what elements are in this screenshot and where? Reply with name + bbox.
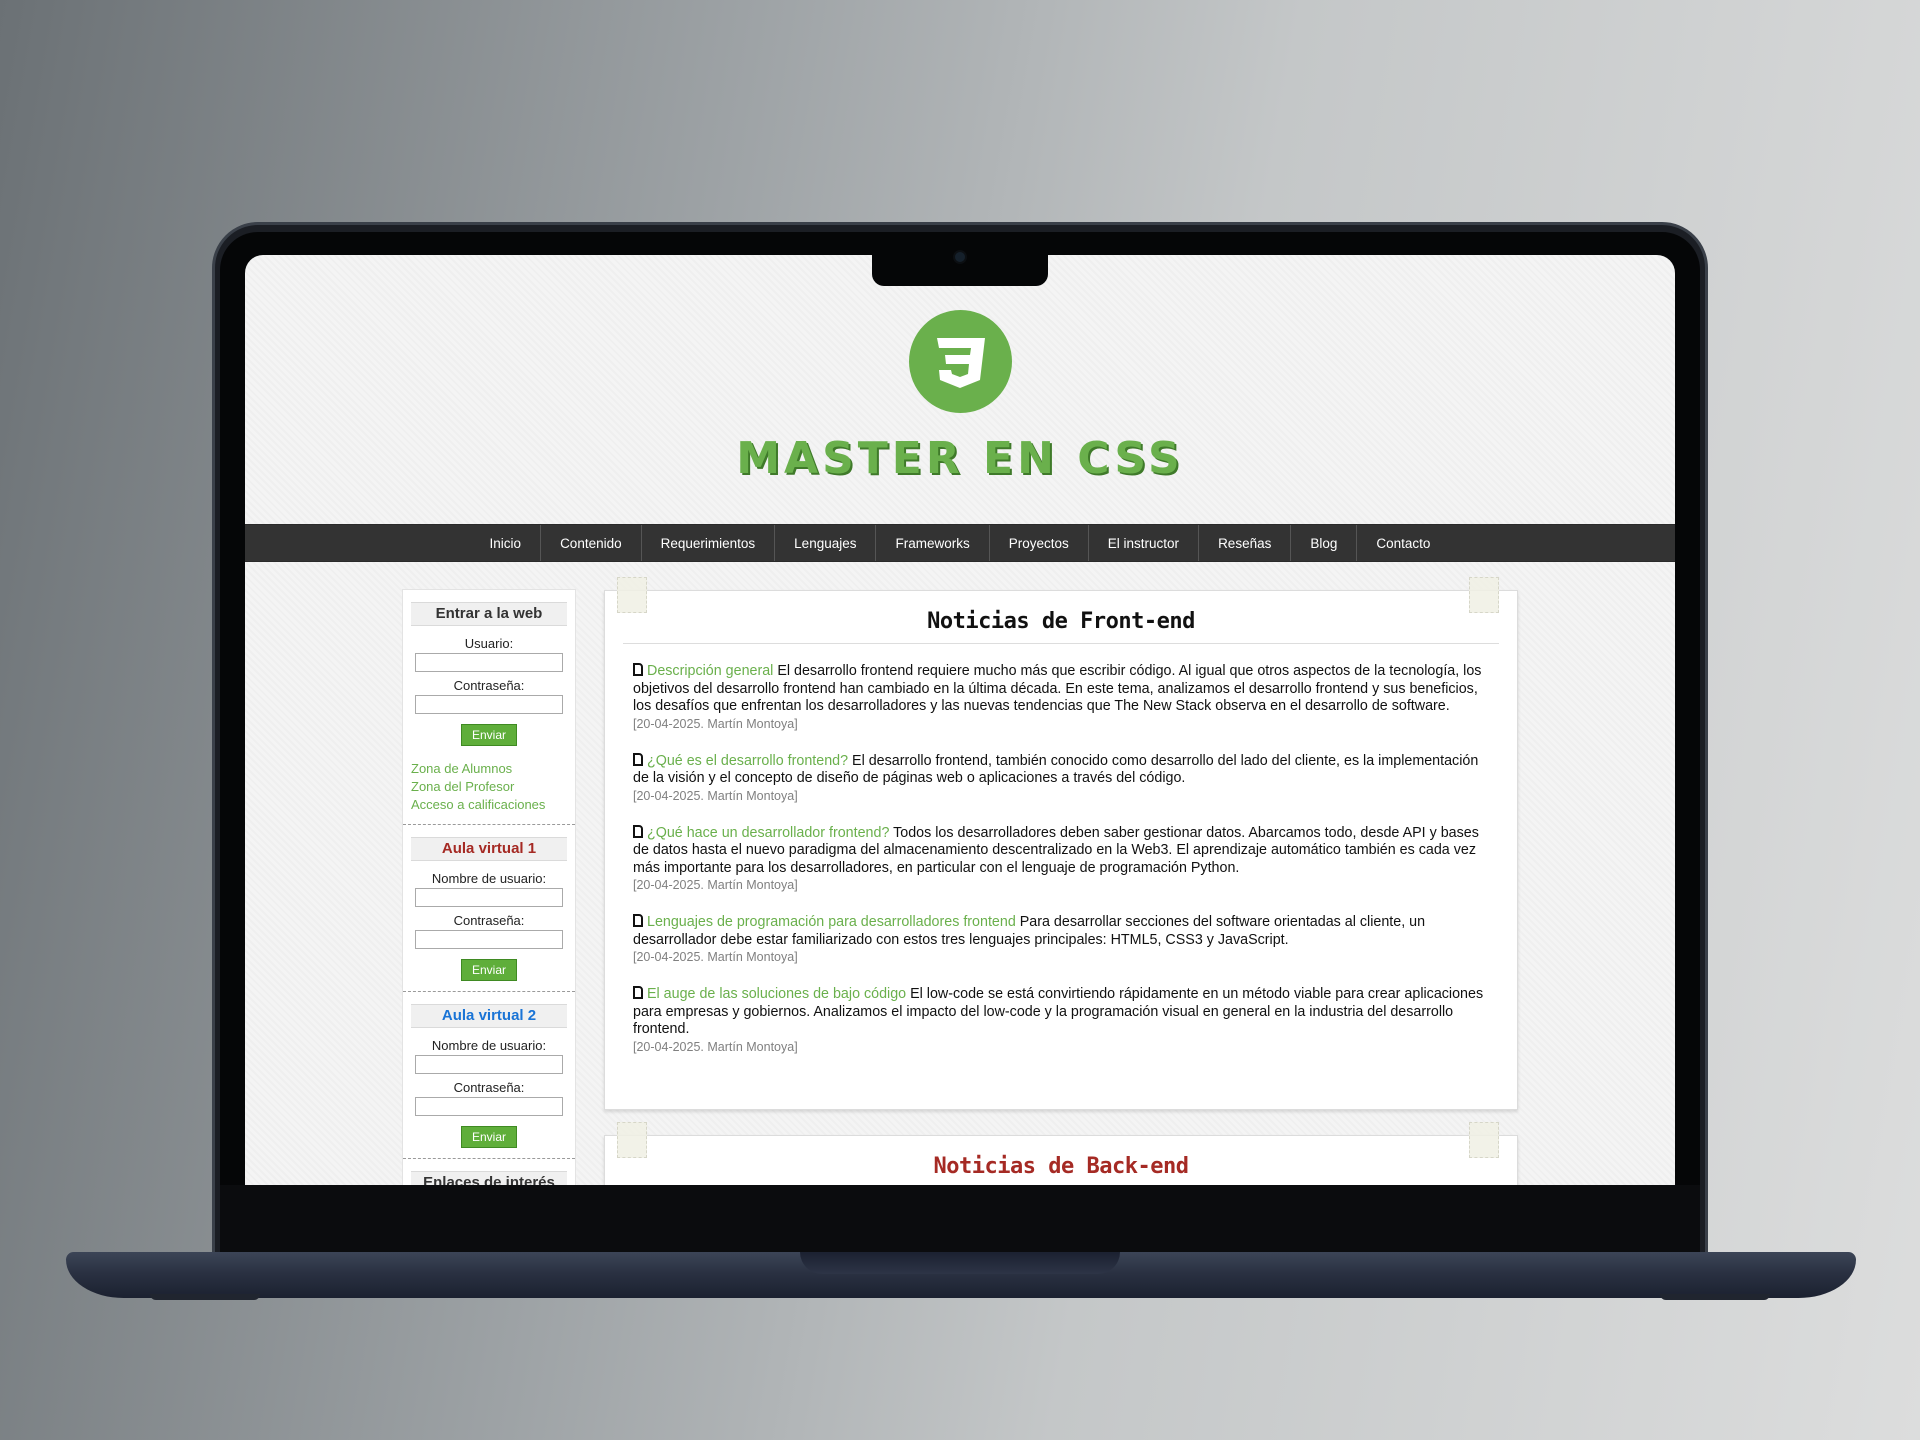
document-icon <box>633 752 643 766</box>
tape-decoration <box>1469 577 1499 613</box>
laptop-foot-right <box>1660 1294 1770 1300</box>
nav-item-contacto[interactable]: Contacto <box>1357 525 1449 561</box>
interest-title: Enlaces de interés <box>411 1171 567 1185</box>
login-box: Entrar a la web Usuario: Contraseña: Env… <box>403 590 575 825</box>
aula1-box: Aula virtual 1 Nombre de usuario: Contra… <box>403 825 575 992</box>
news-meta: [20-04-2025. Martín Montoya] <box>633 716 798 731</box>
login-user-label: Usuario: <box>464 636 514 651</box>
news-link[interactable]: ¿Qué es el desarrollo frontend? <box>647 753 848 769</box>
nav-item-inicio[interactable]: Inicio <box>471 525 542 561</box>
laptop-hinge-groove <box>800 1252 1120 1274</box>
news-list: Descripción general El desarrollo fronte… <box>605 644 1517 1056</box>
news-link[interactable]: Lenguajes de programación para desarroll… <box>647 914 1016 930</box>
front-end-news-panel: Noticias de Front-end Descripción genera… <box>604 577 1518 1110</box>
nav-item-contenido[interactable]: Contenido <box>541 525 642 561</box>
news-link[interactable]: ¿Qué hace un desarrollador frontend? <box>647 825 889 841</box>
list-item: El auge de las soluciones de bajo código… <box>633 986 1489 1056</box>
site-title[interactable]: MASTER EN CSS <box>245 433 1675 484</box>
aula2-password-label: Contraseña: <box>453 1080 525 1095</box>
link-calificaciones[interactable]: Acceso a calificaciones <box>411 796 567 814</box>
interest-box: Enlaces de interés <box>403 1159 575 1185</box>
laptop-foot-left <box>150 1294 260 1300</box>
news-link[interactable]: Descripción general <box>647 663 773 679</box>
nav-item-proyectos[interactable]: Proyectos <box>990 525 1089 561</box>
browser-viewport: MASTER EN CSS Inicio Contenido Requerimi… <box>245 255 1675 1185</box>
nav-item-blog[interactable]: Blog <box>1291 525 1358 561</box>
nav-item-lenguajes[interactable]: Lenguajes <box>775 525 877 561</box>
list-item: Descripción general El desarrollo fronte… <box>633 663 1489 733</box>
nav-item-requerimientos[interactable]: Requerimientos <box>642 525 776 561</box>
aula1-user-input[interactable] <box>415 888 563 907</box>
nav-item-frameworks[interactable]: Frameworks <box>876 525 990 561</box>
news-text: Lenguajes de programación para desarroll… <box>633 914 1489 949</box>
document-icon <box>633 824 643 838</box>
back-end-news-panel: Noticias de Back-end <box>604 1122 1518 1185</box>
aula1-password-input[interactable] <box>415 930 563 949</box>
news-text: ¿Qué hace un desarrollador frontend? Tod… <box>633 824 1489 878</box>
news-link[interactable]: El auge de las soluciones de bajo código <box>647 986 906 1002</box>
nav-item-el-instructor[interactable]: El instructor <box>1089 525 1200 561</box>
news-text: Descripción general El desarrollo fronte… <box>633 663 1489 716</box>
aula1-submit-button[interactable]: Enviar <box>460 959 517 981</box>
login-password-label: Contraseña: <box>453 678 525 693</box>
sidebar: Entrar a la web Usuario: Contraseña: Env… <box>402 589 576 1185</box>
login-title: Entrar a la web <box>411 602 567 626</box>
list-item: ¿Qué es el desarrollo frontend? El desar… <box>633 752 1489 805</box>
news-meta: [20-04-2025. Martín Montoya] <box>633 1039 798 1054</box>
aula2-user-label: Nombre de usuario: <box>431 1038 547 1053</box>
aula2-box: Aula virtual 2 Nombre de usuario: Contra… <box>403 992 575 1159</box>
aula2-title: Aula virtual 2 <box>411 1004 567 1028</box>
news-text: ¿Qué es el desarrollo frontend? El desar… <box>633 752 1489 788</box>
login-submit-button[interactable]: Enviar <box>460 724 517 746</box>
back-end-news-title: Noticias de Back-end <box>933 1154 1189 1179</box>
list-item: Lenguajes de programación para desarroll… <box>633 914 1489 966</box>
main-nav: Inicio Contenido Requerimientos Lenguaje… <box>245 524 1675 562</box>
login-password-input[interactable] <box>415 695 563 714</box>
camera-icon <box>953 250 967 264</box>
aula1-user-label: Nombre de usuario: <box>431 871 547 886</box>
tape-decoration <box>1469 1122 1499 1158</box>
site-header: MASTER EN CSS <box>245 255 1675 525</box>
css3-shield-icon[interactable] <box>909 310 1012 413</box>
news-meta: [20-04-2025. Martín Montoya] <box>633 788 798 803</box>
news-meta: [20-04-2025. Martín Montoya] <box>633 878 798 892</box>
aula2-submit-button[interactable]: Enviar <box>460 1126 517 1148</box>
aula1-title: Aula virtual 1 <box>411 837 567 861</box>
document-icon <box>633 914 643 927</box>
login-user-input[interactable] <box>415 653 563 672</box>
aula2-password-input[interactable] <box>415 1097 563 1116</box>
list-item: ¿Qué hace un desarrollador frontend? Tod… <box>633 824 1489 895</box>
link-zona-alumnos[interactable]: Zona de Alumnos <box>411 760 567 778</box>
front-end-news-title: Noticias de Front-end <box>623 591 1499 644</box>
document-icon <box>633 986 643 999</box>
news-text: El auge de las soluciones de bajo código… <box>633 986 1489 1039</box>
news-meta: [20-04-2025. Martín Montoya] <box>633 950 798 964</box>
nav-item-resenas[interactable]: Reseñas <box>1199 525 1292 561</box>
tape-decoration <box>617 1122 647 1158</box>
aula1-password-label: Contraseña: <box>453 913 525 928</box>
aula2-user-input[interactable] <box>415 1055 563 1074</box>
link-zona-profesor[interactable]: Zona del Profesor <box>411 778 567 796</box>
tape-decoration <box>617 577 647 613</box>
login-links: Zona de Alumnos Zona del Profesor Acceso… <box>411 760 567 814</box>
laptop-chin <box>220 1185 1700 1255</box>
document-icon <box>633 663 643 676</box>
